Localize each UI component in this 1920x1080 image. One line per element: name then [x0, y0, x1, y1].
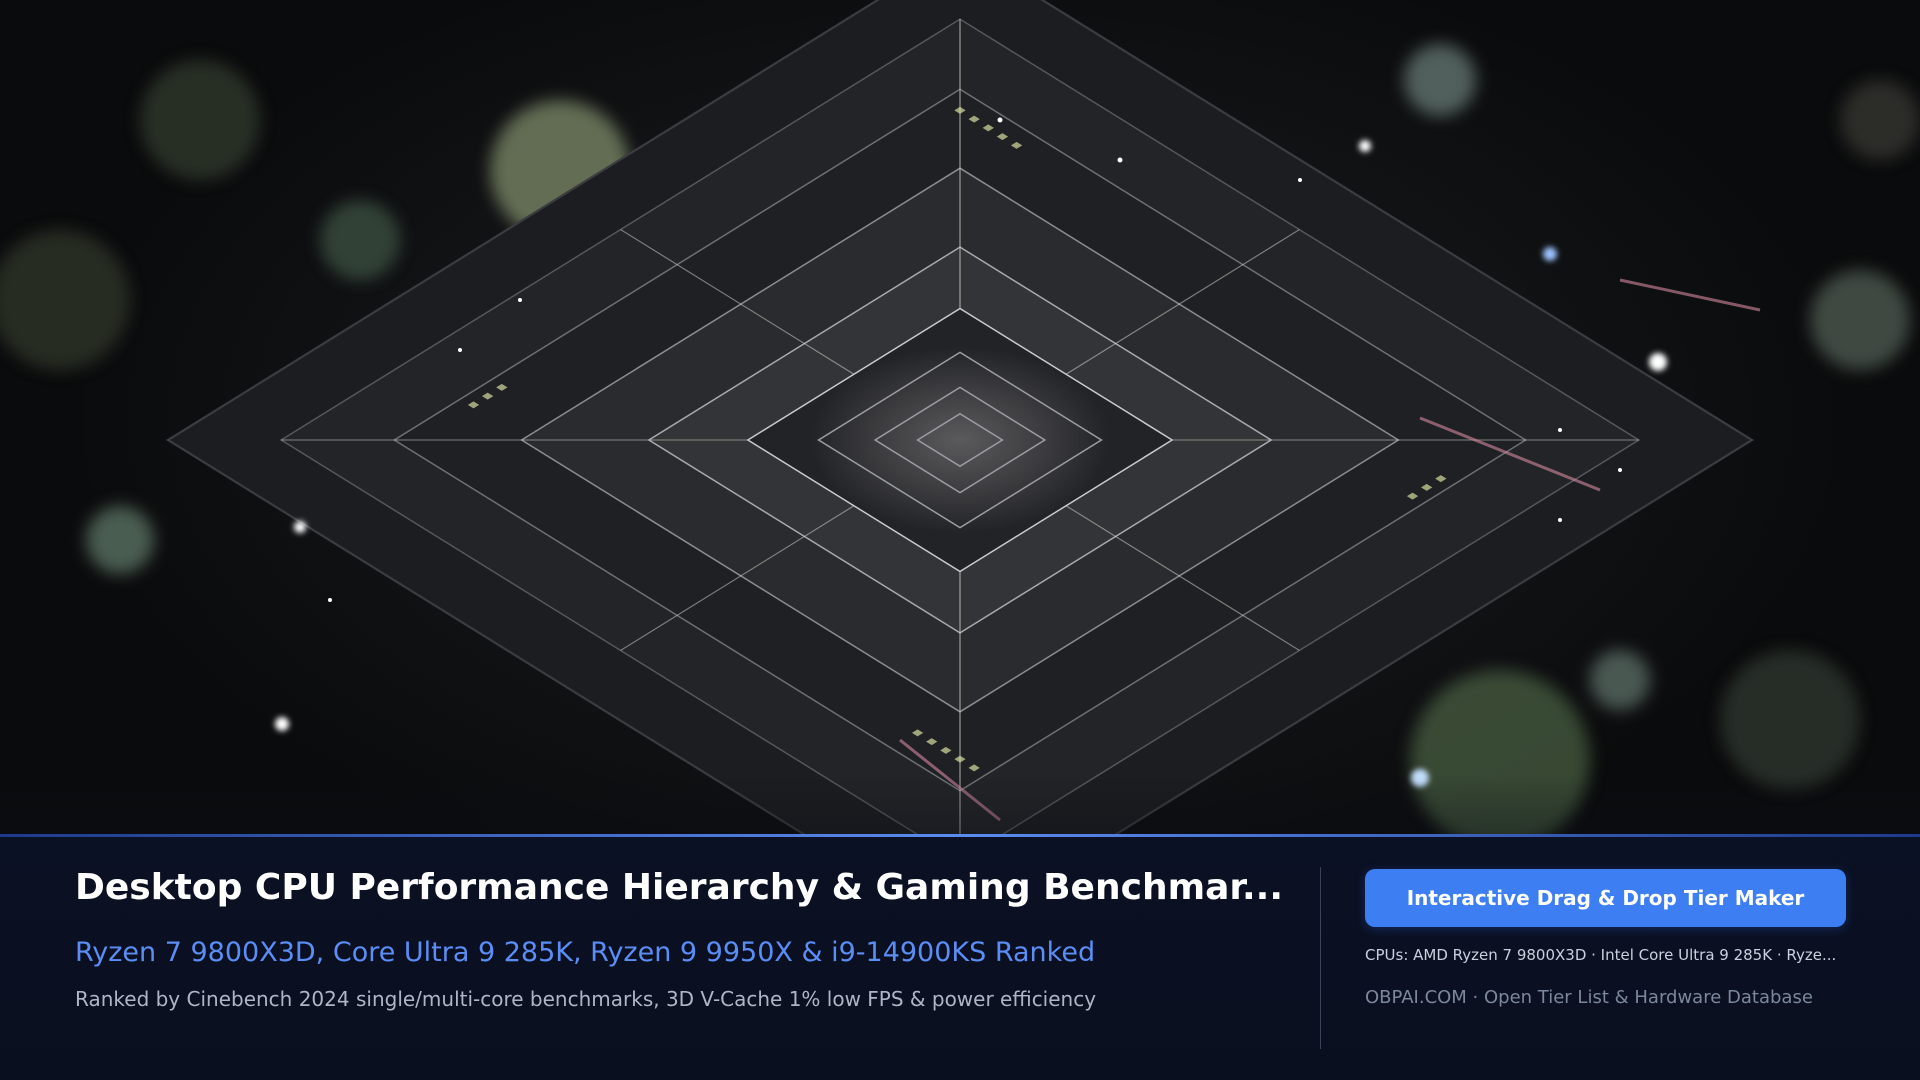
hero-image	[0, 0, 1920, 834]
page-subtitle: Ryzen 7 9800X3D, Core Ultra 9 285K, Ryze…	[75, 937, 1096, 968]
cpu-chip-macro-image	[0, 0, 1920, 834]
page-title: Desktop CPU Performance Hierarchy & Gami…	[75, 867, 1284, 908]
cpus-list: CPUs: AMD Ryzen 7 9800X3D · Intel Core U…	[1365, 946, 1837, 964]
page: Desktop CPU Performance Hierarchy & Gami…	[0, 0, 1920, 1080]
info-footer: Desktop CPU Performance Hierarchy & Gami…	[0, 837, 1920, 1080]
page-description: Ranked by Cinebench 2024 single/multi-co…	[75, 987, 1097, 1011]
hero-fade-overlay	[0, 774, 1920, 834]
vertical-divider	[1320, 867, 1321, 1049]
tier-maker-button[interactable]: Interactive Drag & Drop Tier Maker	[1365, 869, 1846, 927]
site-credit: OBPAI.COM · Open Tier List & Hardware Da…	[1365, 987, 1813, 1008]
